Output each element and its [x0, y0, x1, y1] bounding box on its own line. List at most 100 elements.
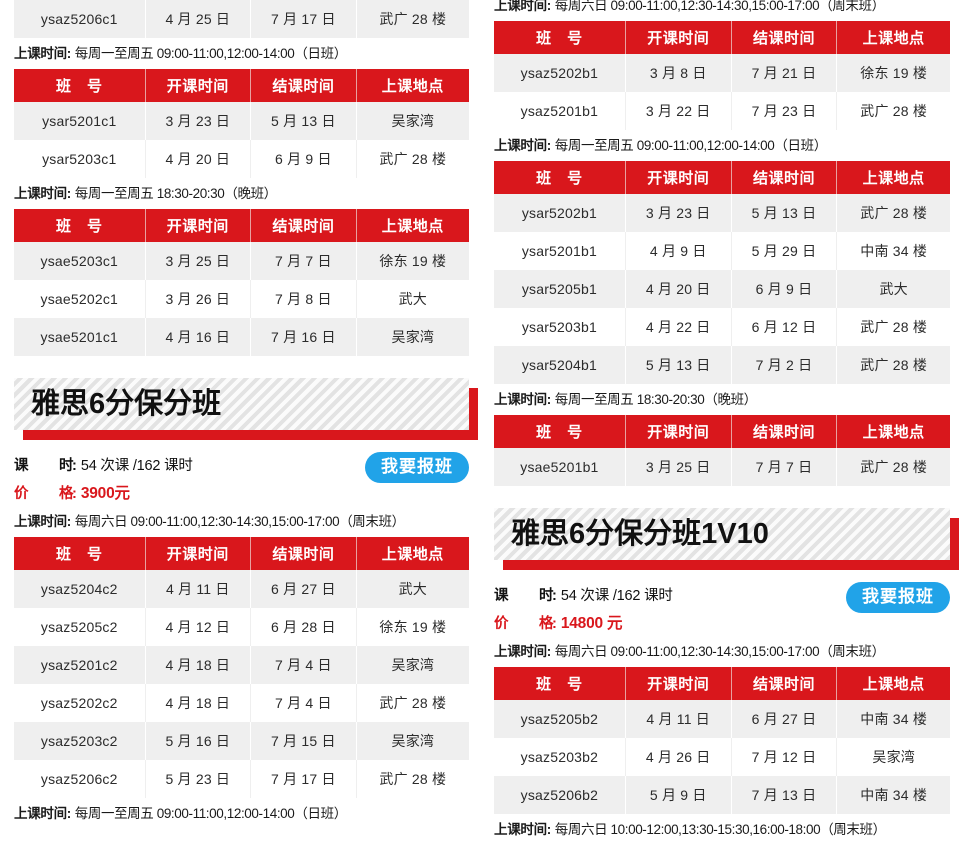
table-row[interactable]: ysaz5204c2 4 月 11 日 6 月 27 日 武大 [14, 570, 469, 608]
cell-class-no: ysaz5206c2 [14, 760, 146, 798]
header-location: 上课地点 [356, 537, 469, 570]
schedule-label: 上课时间: [14, 806, 71, 821]
course-price-value: 3900元 [80, 485, 130, 502]
cell-end-date: 7 月 13 日 [731, 776, 838, 814]
table-row[interactable]: ysaz5206c2 5 月 23 日 7 月 17 日 武广 28 楼 [14, 760, 469, 798]
cell-start-date: 4 月 25 日 [145, 0, 252, 38]
cell-end-date: 7 月 2 日 [731, 346, 838, 384]
table-row[interactable]: ysaz5205b2 4 月 11 日 6 月 27 日 中南 34 楼 [494, 700, 950, 738]
course-price-label: 价 格 [14, 486, 82, 502]
cell-class-no: ysaz5201c2 [14, 646, 146, 684]
cell-class-no: ysaz5206c1 [14, 0, 146, 38]
class-table: 班 号 开课时间 结课时间 上课地点 ysar5201c1 3 月 23 日 5… [14, 69, 469, 178]
cell-start-date: 4 月 20 日 [145, 140, 252, 178]
table-header-row: 班 号 开课时间 结课时间 上课地点 [14, 69, 469, 102]
cell-location: 武广 28 楼 [836, 92, 950, 130]
table-row[interactable]: ysar5201b1 4 月 9 日 5 月 29 日 中南 34 楼 [494, 232, 950, 270]
schedule-label: 上课时间: [494, 644, 551, 659]
course-title: 雅思6分保分班 [31, 388, 222, 420]
cell-location: 中南 34 楼 [836, 700, 950, 738]
class-table: 班 号 开课时间 结课时间 上课地点 ysaz5204c2 4 月 11 日 6… [14, 537, 469, 798]
table-row[interactable]: ysaz5205c2 4 月 12 日 6 月 28 日 徐东 19 楼 [14, 608, 469, 646]
header-class-no: 班 号 [14, 537, 146, 570]
cell-location: 中南 34 楼 [836, 232, 950, 270]
header-end-date: 结课时间 [731, 161, 838, 194]
table-row[interactable]: ysar5203c1 4 月 20 日 6 月 9 日 武广 28 楼 [14, 140, 469, 178]
header-start-date: 开课时间 [145, 69, 252, 102]
cell-end-date: 6 月 9 日 [731, 270, 838, 308]
schedule-note: 上课时间: 每周六日 09:00-11:00,12:30-14:30,15:00… [494, 0, 950, 21]
cell-end-date: 7 月 7 日 [250, 242, 357, 280]
colon: : [552, 616, 557, 632]
table-row[interactable]: ysar5202b1 3 月 23 日 5 月 13 日 武广 28 楼 [494, 194, 950, 232]
schedule-note: 上课时间: 每周一至周五 18:30-20:30（晚班） [14, 180, 469, 209]
enroll-button[interactable]: 我要报班 [365, 452, 469, 483]
partial-table-top: ysaz5206c1 4 月 25 日 7 月 17 日 武广 28 楼 [14, 0, 469, 38]
header-class-no: 班 号 [494, 21, 626, 54]
table-row[interactable]: ysaz5203c2 5 月 16 日 7 月 15 日 吴家湾 [14, 722, 469, 760]
schedule-value: 每周六日 09:00-11:00,12:30-14:30,15:00-17:00… [554, 0, 885, 13]
class-table: 班 号 开课时间 结课时间 上课地点 ysae5203c1 3 月 25 日 7… [14, 209, 469, 356]
cell-class-no: ysar5205b1 [494, 270, 626, 308]
cell-end-date: 5 月 13 日 [731, 194, 838, 232]
colon: : [72, 458, 77, 474]
table-header-row: 班 号 开课时间 结课时间 上课地点 [494, 415, 950, 448]
schedule-value: 每周一至周五 18:30-20:30（晚班） [554, 392, 757, 407]
banner-striped-panel: 雅思6分保分班1V10 [494, 508, 950, 560]
schedule-note: 上课时间: 每周六日 09:00-11:00,12:30-14:30,15:00… [14, 508, 469, 537]
colon: : [552, 588, 557, 604]
schedule-label: 上课时间: [14, 186, 71, 201]
cell-start-date: 4 月 20 日 [625, 270, 732, 308]
course-schedule-page: ysaz5206c1 4 月 25 日 7 月 17 日 武广 28 楼 上课时… [0, 0, 966, 867]
course-banner: 雅思6分保分班 [14, 378, 478, 440]
cell-end-date: 7 月 17 日 [250, 760, 357, 798]
course-price-line: 价 格: 3900元 [14, 480, 469, 508]
header-class-no: 班 号 [14, 69, 146, 102]
header-location: 上课地点 [356, 209, 469, 242]
table-row[interactable]: ysaz5201b1 3 月 22 日 7 月 23 日 武广 28 楼 [494, 92, 950, 130]
cell-class-no: ysae5203c1 [14, 242, 146, 280]
cell-class-no: ysar5203c1 [14, 140, 146, 178]
table-header-row: 班 号 开课时间 结课时间 上课地点 [494, 161, 950, 194]
cell-end-date: 6 月 12 日 [731, 308, 838, 346]
cell-start-date: 4 月 11 日 [145, 570, 252, 608]
table-row[interactable]: ysae5201c1 4 月 16 日 7 月 16 日 吴家湾 [14, 318, 469, 356]
header-class-no: 班 号 [14, 209, 146, 242]
table-row[interactable]: ysaz5203b2 4 月 26 日 7 月 12 日 吴家湾 [494, 738, 950, 776]
schedule-label: 上课时间: [494, 0, 551, 13]
table-row[interactable]: ysaz5202b1 3 月 8 日 7 月 21 日 徐东 19 楼 [494, 54, 950, 92]
class-table: 班 号 开课时间 结课时间 上课地点 ysar5202b1 3 月 23 日 5… [494, 161, 950, 384]
table-row[interactable]: ysar5201c1 3 月 23 日 5 月 13 日 吴家湾 [14, 102, 469, 140]
course-info: 我要报班 课 时: 54 次课 /162 课时 价 格: 3900元 [14, 440, 469, 508]
cell-start-date: 3 月 25 日 [145, 242, 252, 280]
schedule-label: 上课时间: [494, 392, 551, 407]
header-start-date: 开课时间 [625, 21, 732, 54]
cell-class-no: ysaz5205b2 [494, 700, 626, 738]
table-row[interactable]: ysae5201b1 3 月 25 日 7 月 7 日 武广 28 楼 [494, 448, 950, 486]
schedule-note: 上课时间: 每周一至周五 09:00-11:00,12:00-14:00（日班） [14, 800, 469, 829]
table-row[interactable]: ysar5204b1 5 月 13 日 7 月 2 日 武广 28 楼 [494, 346, 950, 384]
header-end-date: 结课时间 [731, 21, 838, 54]
table-row[interactable]: ysae5202c1 3 月 26 日 7 月 8 日 武大 [14, 280, 469, 318]
cell-end-date: 7 月 4 日 [250, 684, 357, 722]
table-row[interactable]: ysar5205b1 4 月 20 日 6 月 9 日 武大 [494, 270, 950, 308]
table-row[interactable]: ysar5203b1 4 月 22 日 6 月 12 日 武广 28 楼 [494, 308, 950, 346]
cell-end-date: 7 月 12 日 [731, 738, 838, 776]
cell-location: 武广 28 楼 [836, 448, 950, 486]
cell-class-no: ysaz5201b1 [494, 92, 626, 130]
cell-class-no: ysaz5202c2 [14, 684, 146, 722]
cell-class-no: ysae5201b1 [494, 448, 626, 486]
table-row[interactable]: ysaz5202c2 4 月 18 日 7 月 4 日 武广 28 楼 [14, 684, 469, 722]
header-start-date: 开课时间 [625, 667, 732, 700]
schedule-value: 每周六日 09:00-11:00,12:30-14:30,15:00-17:00… [554, 644, 885, 659]
table-row[interactable]: ysaz5201c2 4 月 18 日 7 月 4 日 吴家湾 [14, 646, 469, 684]
table-row[interactable]: ysaz5206b2 5 月 9 日 7 月 13 日 中南 34 楼 [494, 776, 950, 814]
table-row[interactable]: ysae5203c1 3 月 25 日 7 月 7 日 徐东 19 楼 [14, 242, 469, 280]
cell-location: 吴家湾 [356, 102, 469, 140]
table-row[interactable]: ysaz5206c1 4 月 25 日 7 月 17 日 武广 28 楼 [14, 0, 469, 38]
header-end-date: 结课时间 [250, 69, 357, 102]
enroll-button[interactable]: 我要报班 [846, 582, 950, 613]
cell-start-date: 4 月 16 日 [145, 318, 252, 356]
cell-start-date: 5 月 16 日 [145, 722, 252, 760]
cell-start-date: 3 月 25 日 [625, 448, 732, 486]
